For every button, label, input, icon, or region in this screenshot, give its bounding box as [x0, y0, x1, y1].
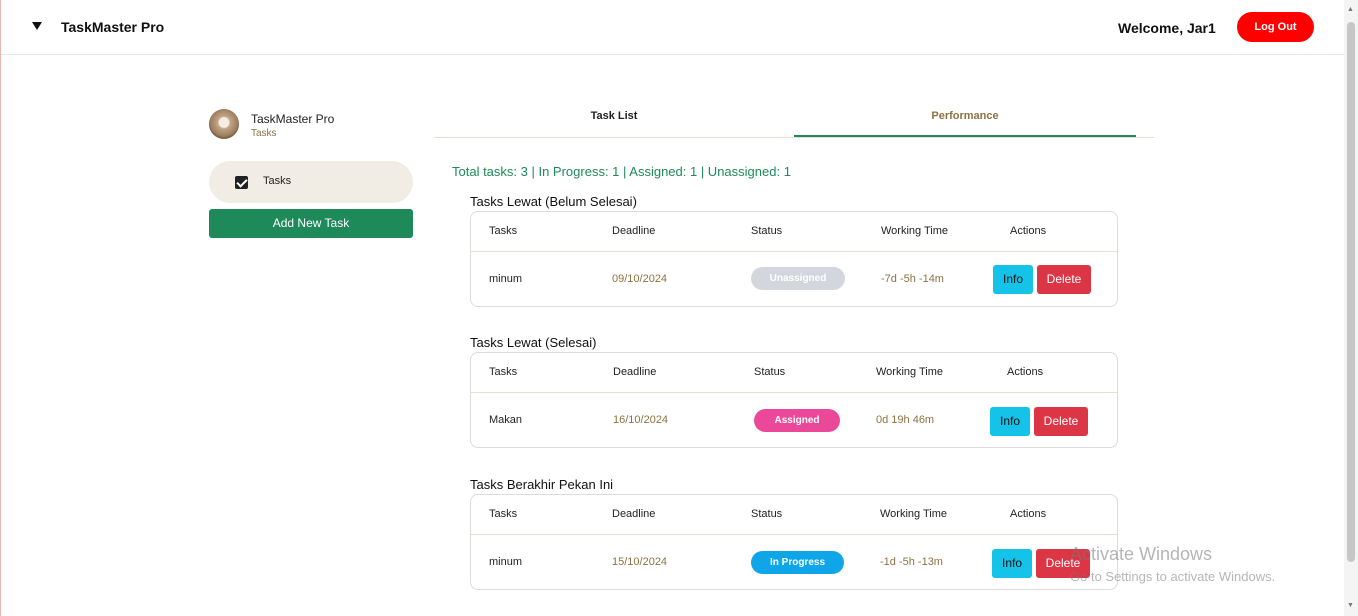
app-window: TaskMaster Pro Welcome, Jar1 Log Out Tas… [0, 0, 1358, 616]
tab-task-list[interactable]: Task List [434, 100, 794, 137]
scroll-down-arrow-icon[interactable]: ▼ [1347, 602, 1354, 609]
sidebar-item-label: Tasks [263, 175, 292, 187]
column-header-deadline: Deadline [612, 508, 656, 520]
task-name: minum [489, 273, 523, 285]
info-button[interactable]: Info [992, 549, 1032, 578]
working-time: -1d -5h -13m [880, 556, 943, 568]
column-header-tasks: Tasks [489, 366, 518, 378]
activate-windows-subtitle: Go to Settings to activate Windows. [1070, 569, 1276, 584]
tab-bar: Task List Performance [434, 100, 1154, 138]
top-header: TaskMaster Pro Welcome, Jar1 Log Out [1, 0, 1345, 55]
status-badge: In Progress [751, 551, 844, 574]
column-header-actions: Actions [1010, 508, 1047, 520]
column-header-status: Status [754, 366, 786, 378]
table-header: Tasks Deadline Status Working Time Actio… [471, 212, 1117, 252]
info-button[interactable]: Info [990, 407, 1030, 436]
sidebar-item-tasks[interactable]: Tasks [209, 161, 413, 203]
tab-performance[interactable]: Performance [794, 100, 1136, 137]
column-header-deadline: Deadline [613, 366, 657, 378]
task-table: Tasks Deadline Status Working Time Actio… [470, 352, 1118, 448]
section-title: Tasks Berakhir Pekan Ini [470, 477, 614, 492]
task-deadline: 16/10/2024 [613, 414, 669, 426]
section-title: Tasks Lewat (Selesai) [470, 335, 597, 350]
status-badge: Unassigned [751, 267, 845, 290]
welcome-text: Welcome, Jar1 [1118, 20, 1216, 36]
dropdown-triangle-icon[interactable] [31, 20, 43, 32]
delete-button[interactable]: Delete [1037, 265, 1091, 294]
column-header-working-time: Working Time [881, 225, 949, 237]
checkbox-icon [235, 176, 248, 189]
activate-windows-title: Activate Windows [1070, 544, 1213, 564]
task-table: Tasks Deadline Status Working Time Actio… [470, 211, 1118, 307]
scroll-up-arrow-icon[interactable]: ▲ [1347, 6, 1354, 13]
column-header-status: Status [751, 508, 783, 520]
working-time: -7d -5h -14m [881, 273, 944, 285]
task-summary: Total tasks: 3 | In Progress: 1 | Assign… [452, 164, 791, 179]
task-deadline: 15/10/2024 [612, 556, 668, 568]
task-table: Tasks Deadline Status Working Time Actio… [470, 494, 1118, 590]
add-new-task-button[interactable]: Add New Task [209, 209, 413, 238]
task-deadline: 09/10/2024 [612, 273, 668, 285]
column-header-tasks: Tasks [489, 508, 518, 520]
sidebar-title: TaskMaster Pro [251, 112, 335, 126]
app-title: TaskMaster Pro [61, 19, 165, 35]
scrollbar-thumb[interactable] [1347, 22, 1355, 562]
column-header-deadline: Deadline [612, 225, 656, 237]
column-header-status: Status [751, 225, 783, 237]
column-header-working-time: Working Time [876, 366, 944, 378]
avatar [209, 109, 239, 139]
info-button[interactable]: Info [993, 265, 1033, 294]
table-header: Tasks Deadline Status Working Time Actio… [471, 353, 1117, 393]
delete-button[interactable]: Delete [1034, 407, 1088, 436]
table-header: Tasks Deadline Status Working Time Actio… [471, 495, 1117, 535]
working-time: 0d 19h 46m [876, 414, 935, 426]
column-header-working-time: Working Time [880, 508, 948, 520]
sidebar-subtitle: Tasks [251, 128, 277, 139]
column-header-actions: Actions [1010, 225, 1047, 237]
column-header-tasks: Tasks [489, 225, 518, 237]
task-name: minum [489, 556, 523, 568]
section-title: Tasks Lewat (Belum Selesai) [470, 194, 637, 209]
column-header-actions: Actions [1007, 366, 1044, 378]
logout-button[interactable]: Log Out [1237, 12, 1314, 42]
status-badge: Assigned [754, 409, 840, 432]
task-name: Makan [489, 414, 523, 426]
